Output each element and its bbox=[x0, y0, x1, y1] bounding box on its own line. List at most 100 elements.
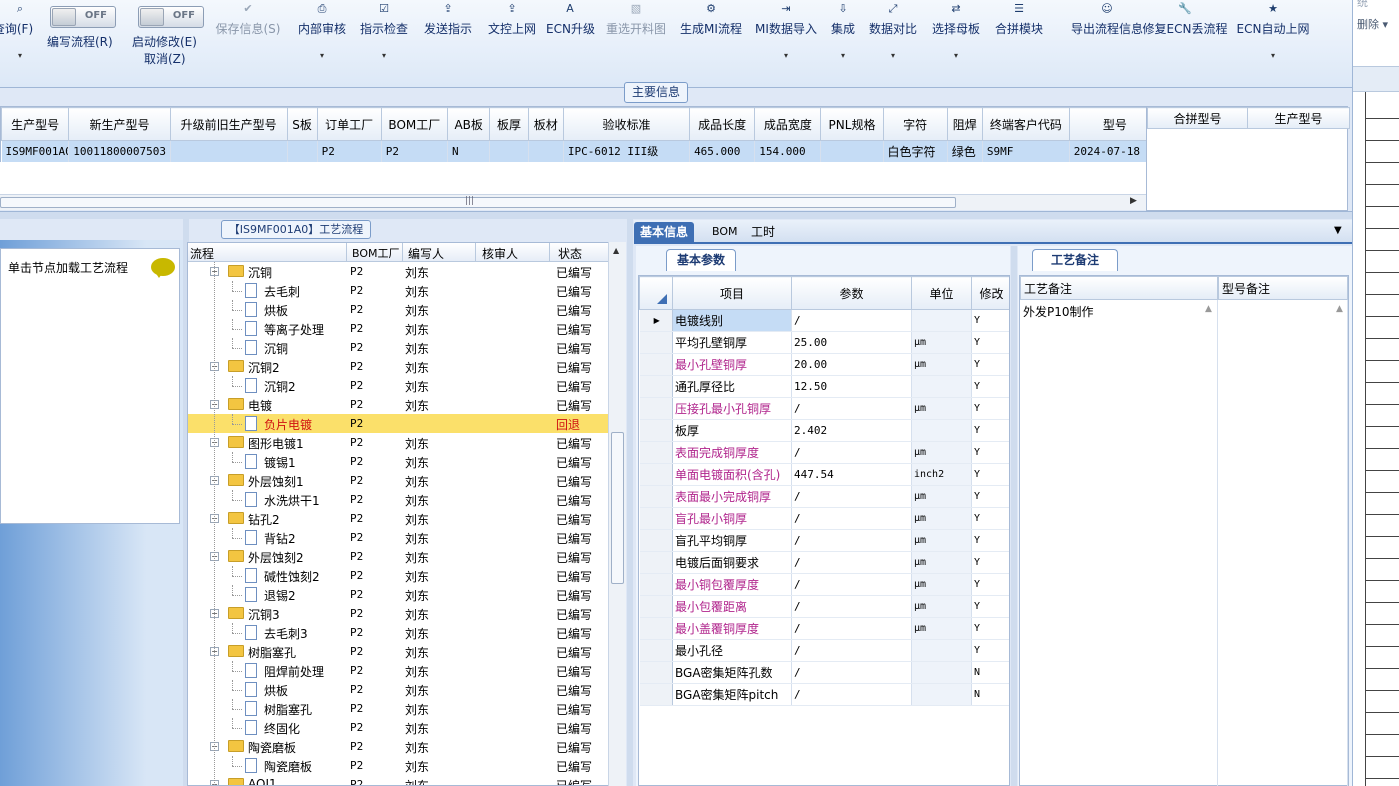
scroll-up-icon[interactable]: ▲ bbox=[613, 246, 619, 255]
row-indicator[interactable] bbox=[639, 441, 673, 464]
merge-grid-column-header[interactable]: 生产型号 bbox=[1247, 107, 1350, 129]
tree-vertical-scrollbar[interactable]: ▲ bbox=[608, 242, 626, 786]
main-grid-column-header[interactable]: AB板 bbox=[446, 107, 491, 141]
tree-node[interactable]: 水洗烘干1 P2 刘东 已编写 bbox=[188, 490, 608, 509]
param-value[interactable]: / bbox=[791, 309, 912, 332]
tree-node[interactable]: 沉铜2 P2 刘东 已编写 bbox=[188, 376, 608, 395]
main-grid-column-header[interactable]: 成品长度 bbox=[689, 107, 756, 141]
param-value[interactable]: / bbox=[791, 397, 912, 420]
ribbon-button[interactable]: ★ ECN自动上网 ▾ bbox=[1236, 0, 1310, 88]
table-cell[interactable] bbox=[528, 140, 564, 162]
main-grid-column-header[interactable]: 成品宽度 bbox=[754, 107, 822, 141]
ribbon-button[interactable]: ☑ 指示检查 ▾ bbox=[358, 0, 410, 88]
ribbon-button[interactable]: ⇪ 发送指示 bbox=[420, 0, 476, 88]
tree-node[interactable]: − 外层蚀刻2 P2 刘东 已编写 bbox=[188, 547, 608, 566]
table-cell[interactable]: P2 bbox=[381, 140, 448, 162]
table-row[interactable]: 通孔厚径比 12.50 Y bbox=[639, 375, 1009, 398]
table-row[interactable]: 板厚 2.402 Y bbox=[639, 419, 1009, 442]
table-row[interactable]: 盲孔最小铜厚 / μm Y bbox=[639, 507, 1009, 530]
param-value[interactable]: / bbox=[791, 617, 912, 640]
table-cell[interactable]: 154.000 bbox=[754, 140, 822, 162]
param-value[interactable]: / bbox=[791, 595, 912, 618]
ribbon-button[interactable]: ⤢ 数据对比 ▾ bbox=[866, 0, 920, 88]
tree-node[interactable]: − 沉铜3 P2 刘东 已编写 bbox=[188, 604, 608, 623]
row-indicator[interactable] bbox=[639, 639, 673, 662]
ribbon-button[interactable]: ✔ 保存信息(S) bbox=[212, 0, 284, 88]
param-value[interactable]: 2.402 bbox=[791, 419, 912, 442]
table-row[interactable]: IS9MF001A0 10011800007503 P2 P2 N IPC-6012 II… bbox=[1, 140, 1162, 162]
ribbon-button[interactable]: ⇪ 文控上网 bbox=[484, 0, 540, 88]
ribbon-button[interactable]: ⇄ 选择母板 ▾ bbox=[928, 0, 984, 88]
table-row[interactable]: 盲孔平均铜厚 / μm Y bbox=[639, 529, 1009, 552]
param-grid[interactable]: 项目 参数 单位 修改 ▶ 电镀线别 / Y 平均孔壁铜厚 25.00 μm Y 最小孔壁铜厚 2… bbox=[638, 275, 1010, 786]
tab-bom[interactable]: BOM bbox=[706, 222, 744, 244]
main-grid-column-header[interactable]: 板材 bbox=[527, 107, 564, 141]
table-cell[interactable]: 10011800007503 bbox=[68, 140, 171, 162]
horizontal-scrollbar[interactable]: ||| ▶ bbox=[0, 194, 1146, 210]
row-indicator[interactable] bbox=[639, 419, 673, 442]
ribbon-button[interactable]: ⇩ 集成 ▾ bbox=[826, 0, 860, 88]
tree-node[interactable]: 终固化 P2 刘东 已编写 bbox=[188, 718, 608, 737]
table-row[interactable]: 表面最小完成铜厚 / μm Y bbox=[639, 485, 1009, 508]
model-note-text[interactable] bbox=[1218, 300, 1348, 786]
merge-model-grid[interactable]: 合拼型号 生产型号 bbox=[1146, 106, 1350, 211]
process-note-text[interactable]: 外发P10制作 bbox=[1020, 300, 1218, 786]
tree-node[interactable]: − 电镀 P2 刘东 已编写 bbox=[188, 395, 608, 414]
ribbon-button[interactable]: ⚙ 生成MI流程 bbox=[678, 0, 744, 88]
table-row[interactable]: 最小孔壁铜厚 20.00 μm Y bbox=[639, 353, 1009, 376]
tree-node[interactable]: 碱性蚀刻2 P2 刘东 已编写 bbox=[188, 566, 608, 585]
main-grid-column-header[interactable]: S板 bbox=[286, 107, 318, 141]
main-grid-column-header[interactable]: BOM工厂 bbox=[380, 107, 448, 141]
param-value[interactable]: 20.00 bbox=[791, 353, 912, 376]
main-grid-column-header[interactable]: 验收标准 bbox=[562, 107, 691, 141]
table-cell[interactable]: IPC-6012 III级 bbox=[563, 140, 691, 162]
main-grid-column-header[interactable]: 板厚 bbox=[489, 107, 529, 141]
table-row[interactable]: BGA密集矩阵pitch / N bbox=[639, 683, 1009, 706]
vertical-splitter[interactable] bbox=[1011, 246, 1017, 786]
row-indicator[interactable] bbox=[639, 485, 673, 508]
table-row[interactable]: 电镀后面铜要求 / μm Y bbox=[639, 551, 1009, 574]
ribbon-button[interactable]: ☰ 合拼模块 bbox=[992, 0, 1046, 88]
tree-node[interactable]: 镀锡1 P2 刘东 已编写 bbox=[188, 452, 608, 471]
main-grid-column-header[interactable]: 阻焊 bbox=[946, 107, 983, 141]
row-indicator[interactable] bbox=[639, 507, 673, 530]
main-grid-column-header[interactable]: 终端客户代码 bbox=[981, 107, 1070, 141]
table-row[interactable]: BGA密集矩阵孔数 / N bbox=[639, 661, 1009, 684]
param-value[interactable]: / bbox=[791, 573, 912, 596]
ribbon-button[interactable]: A ECN升级 bbox=[546, 0, 595, 88]
row-indicator[interactable] bbox=[639, 595, 673, 618]
table-row[interactable]: 平均孔壁铜厚 25.00 μm Y bbox=[639, 331, 1009, 354]
table-cell[interactable]: 白色字符 bbox=[883, 140, 948, 162]
row-indicator[interactable] bbox=[639, 331, 673, 354]
table-row[interactable]: 表面完成铜厚度 / μm Y bbox=[639, 441, 1009, 464]
param-value[interactable]: / bbox=[791, 507, 912, 530]
tree-node[interactable]: 烘板 P2 刘东 已编写 bbox=[188, 680, 608, 699]
tab-process-note[interactable]: 工艺备注 bbox=[1032, 249, 1118, 271]
param-value[interactable]: / bbox=[791, 639, 912, 662]
tree-node[interactable]: 烘板 P2 刘东 已编写 bbox=[188, 300, 608, 319]
main-grid-column-header[interactable]: PNL规格 bbox=[820, 107, 884, 141]
tree-node[interactable]: − 外层蚀刻1 P2 刘东 已编写 bbox=[188, 471, 608, 490]
row-indicator[interactable] bbox=[639, 573, 673, 596]
ribbon-button[interactable]: ⇥ MI数据导入 ▾ bbox=[752, 0, 820, 88]
param-value[interactable]: / bbox=[791, 551, 912, 574]
row-indicator[interactable] bbox=[639, 661, 673, 684]
tree-node[interactable]: 阻焊前处理 P2 刘东 已编写 bbox=[188, 661, 608, 680]
ribbon-button[interactable]: ⎙ 内部审核 ▾ bbox=[296, 0, 348, 88]
table-row[interactable]: 最小孔径 / Y bbox=[639, 639, 1009, 662]
param-value[interactable]: / bbox=[791, 683, 912, 706]
tab-basic-params[interactable]: 基本参数 bbox=[666, 249, 736, 271]
scrollbar-thumb[interactable] bbox=[611, 432, 624, 584]
tree-node[interactable]: − 沉铜2 P2 刘东 已编写 bbox=[188, 357, 608, 376]
table-cell[interactable]: P2 bbox=[317, 140, 382, 162]
main-grid-column-header[interactable]: 字符 bbox=[882, 107, 948, 141]
param-value[interactable]: / bbox=[791, 441, 912, 464]
table-cell[interactable]: S9MF bbox=[982, 140, 1070, 162]
row-indicator[interactable] bbox=[639, 375, 673, 398]
main-grid-column-header[interactable]: 订单工厂 bbox=[316, 107, 382, 141]
param-value[interactable]: 12.50 bbox=[791, 375, 912, 398]
main-grid-column-header[interactable]: 升级前旧生产型号 bbox=[169, 107, 288, 141]
tree-node[interactable]: − 钻孔2 P2 刘东 已编写 bbox=[188, 509, 608, 528]
table-cell[interactable] bbox=[820, 140, 884, 162]
tree-node[interactable]: − 陶瓷磨板 P2 刘东 已编写 bbox=[188, 737, 608, 756]
